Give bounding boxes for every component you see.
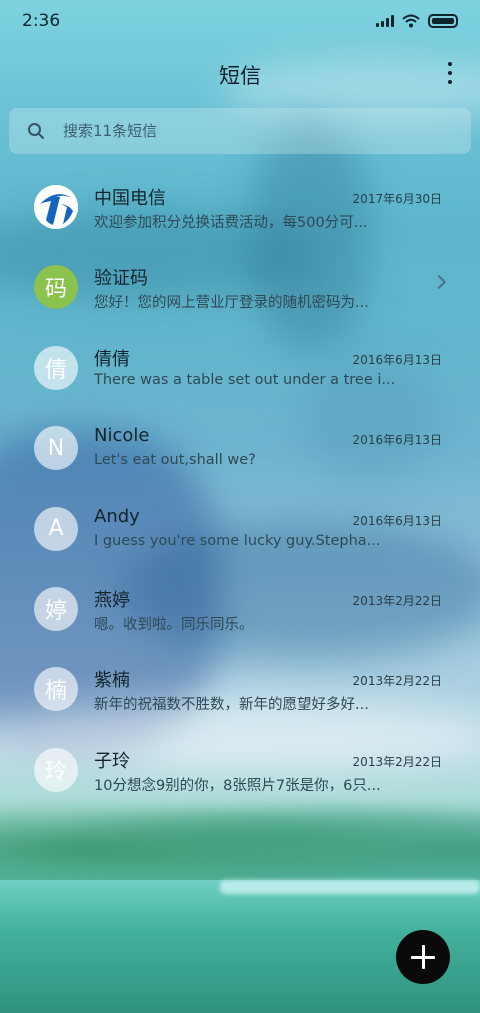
- page-title: 短信: [219, 64, 261, 88]
- battery-icon: [428, 14, 458, 28]
- avatar: 婷: [34, 586, 78, 631]
- message-preview: 您好！您的网上营业厅登录的随机密码为...: [94, 295, 369, 312]
- message-date: 2016年6月13日: [352, 433, 442, 448]
- conversation-row[interactable]: 玲 子玲 2013年2月22日 10分想念9别的你，8张照片7张是你，6只...: [0, 731, 480, 811]
- message-date: 2013年2月22日: [352, 593, 442, 608]
- contact-name: 紫楠: [94, 670, 130, 692]
- message-date: 2013年2月22日: [352, 674, 442, 689]
- signal-icon: [376, 15, 394, 27]
- message-preview: 新年的祝福数不胜数，新年的愿望好多好...: [94, 697, 369, 714]
- contact-name: 倩倩: [94, 348, 130, 370]
- plus-icon: [411, 945, 435, 969]
- message-preview: 欢迎参加积分兑换话费活动，每500分可...: [94, 215, 368, 231]
- conversation-row[interactable]: N Nicole 2016年6月13日 Let's eat out,shall …: [0, 409, 480, 489]
- conversation-row[interactable]: A Andy 2016年6月13日 I guess you're some lu…: [0, 490, 480, 570]
- avatar: 码: [34, 265, 78, 310]
- new-message-button[interactable]: [396, 930, 450, 984]
- avatar: 楠: [34, 667, 78, 712]
- message-preview: I guess you're some lucky guy.Stepha...: [94, 532, 381, 549]
- conversation-row[interactable]: 中国电信 2017年6月30日 欢迎参加积分兑换话费活动，每500分可...: [0, 168, 480, 248]
- avatar: 玲: [34, 747, 78, 792]
- contact-name: Nicole: [94, 425, 150, 447]
- message-date: 2017年6月30日: [352, 192, 442, 206]
- system-icons: [376, 14, 458, 28]
- search-icon: [28, 123, 44, 139]
- contact-name: 验证码: [94, 268, 148, 290]
- status-bar: 2:36: [0, 0, 480, 42]
- message-preview: 10分想念9别的你，8张照片7张是你，6只...: [94, 777, 381, 794]
- conversation-list: 中国电信 2017年6月30日 欢迎参加积分兑换话费活动，每500分可... 码…: [0, 168, 480, 811]
- conversation-row[interactable]: 楠 紫楠 2013年2月22日 新年的祝福数不胜数，新年的愿望好多好...: [0, 650, 480, 730]
- more-vertical-icon[interactable]: [448, 62, 452, 84]
- wifi-icon: [402, 14, 420, 28]
- message-preview: There was a table set out under a tree i…: [94, 371, 394, 388]
- message-date: 2016年6月13日: [352, 352, 442, 367]
- conversation-row[interactable]: 码 验证码 您好！您的网上营业厅登录的随机密码为...: [0, 248, 480, 328]
- conversation-row[interactable]: 婷 燕婷 2013年2月22日 嗯。收到啦。同乐同乐。: [0, 570, 480, 650]
- chevron-right-icon[interactable]: [431, 275, 447, 290]
- search-input[interactable]: [63, 122, 443, 140]
- message-preview: Let's eat out,shall we?: [94, 452, 256, 469]
- avatar: A: [34, 506, 78, 551]
- contact-name: 子玲: [94, 750, 130, 772]
- avatar: 倩: [34, 345, 78, 390]
- status-time: 2:36: [22, 11, 61, 31]
- avatar: N: [34, 426, 78, 471]
- contact-name: 燕婷: [94, 589, 130, 611]
- contact-name: Andy: [94, 505, 140, 527]
- app-header: 短信: [0, 52, 480, 98]
- contact-name: 中国电信: [94, 188, 166, 209]
- message-date: 2013年2月22日: [352, 754, 442, 769]
- message-date: 2016年6月13日: [352, 513, 442, 528]
- china-telecom-logo-icon: [34, 185, 78, 229]
- message-preview: 嗯。收到啦。同乐同乐。: [94, 616, 254, 633]
- search-bar[interactable]: [9, 108, 471, 154]
- conversation-row[interactable]: 倩 倩倩 2016年6月13日 There was a table set ou…: [0, 329, 480, 409]
